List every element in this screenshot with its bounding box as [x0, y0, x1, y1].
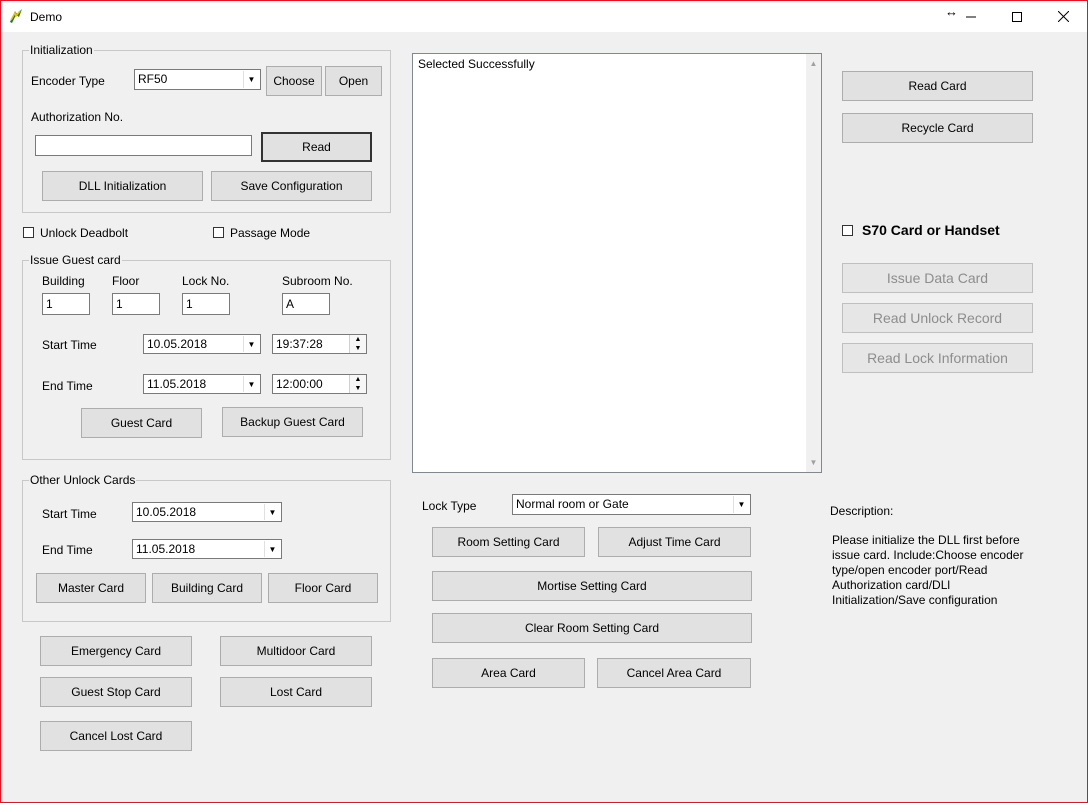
- backup-guest-card-button[interactable]: Backup Guest Card: [222, 407, 363, 437]
- encoder-type-value: RF50: [138, 72, 168, 86]
- mortise-setting-card-button[interactable]: Mortise Setting Card: [432, 571, 752, 601]
- floor-input[interactable]: [112, 293, 160, 315]
- authorization-input[interactable]: [35, 135, 252, 156]
- read-auth-button[interactable]: Read: [261, 132, 372, 162]
- read-lock-information-button[interactable]: Read Lock Information: [842, 343, 1033, 373]
- lock-type-value: Normal room or Gate: [516, 497, 629, 511]
- unlock-deadbolt-checkbox[interactable]: [23, 227, 34, 238]
- guest-start-date-value: 10.05.2018: [147, 337, 208, 351]
- building-label: Building: [42, 274, 85, 288]
- chevron-down-icon: ▼: [264, 541, 280, 557]
- s70-checkbox[interactable]: [842, 225, 853, 236]
- other-end-date-value: 11.05.2018: [136, 542, 196, 556]
- log-text: Selected Successfully: [418, 57, 535, 71]
- encoder-type-label: Encoder Type: [31, 74, 105, 88]
- open-button[interactable]: Open: [325, 66, 382, 96]
- save-configuration-button[interactable]: Save Configuration: [211, 171, 372, 201]
- spin-down-icon[interactable]: ▼: [350, 344, 366, 353]
- other-start-date-picker[interactable]: 10.05.2018 ▼: [132, 502, 282, 522]
- authorization-label: Authorization No.: [31, 110, 124, 124]
- time-spinner[interactable]: ▲ ▼: [349, 375, 366, 393]
- lock-no-label: Lock No.: [182, 274, 230, 288]
- app-logo-icon: [10, 9, 22, 23]
- guest-start-time-label: Start Time: [42, 338, 97, 352]
- read-card-button[interactable]: Read Card: [842, 71, 1033, 101]
- floor-label: Floor: [112, 274, 140, 288]
- spin-down-icon[interactable]: ▼: [350, 384, 366, 393]
- s70-label: S70 Card or Handset: [862, 222, 1000, 238]
- dll-initialization-button[interactable]: DLL Initialization: [42, 171, 203, 201]
- issue-data-card-button[interactable]: Issue Data Card: [842, 263, 1033, 293]
- chevron-down-icon: ▼: [243, 376, 259, 392]
- spin-up-icon[interactable]: ▲: [350, 335, 366, 344]
- unlock-deadbolt-label: Unlock Deadbolt: [40, 226, 129, 240]
- other-end-time-label: End Time: [42, 543, 93, 557]
- other-start-date-value: 10.05.2018: [136, 505, 197, 519]
- guest-start-time-spinner[interactable]: 19:37:28 ▲ ▼: [272, 334, 367, 354]
- guest-end-time-spinner[interactable]: 12:00:00 ▲ ▼: [272, 374, 367, 394]
- guest-stop-card-button[interactable]: Guest Stop Card: [40, 677, 192, 707]
- lock-type-label: Lock Type: [422, 499, 477, 513]
- other-unlock-cards-title: Other Unlock Cards: [29, 473, 137, 487]
- guest-start-time-value: 19:37:28: [276, 337, 323, 351]
- chevron-down-icon: ▼: [243, 71, 259, 88]
- guest-end-time-value: 12:00:00: [276, 377, 323, 391]
- building-card-button[interactable]: Building Card: [152, 573, 262, 603]
- passage-mode-checkbox[interactable]: [213, 227, 224, 238]
- lock-type-select[interactable]: Normal room or Gate ▼: [512, 494, 751, 515]
- title-bar: Demo ↔: [1, 1, 1087, 32]
- description-label: Description:: [830, 504, 894, 518]
- master-card-button[interactable]: Master Card: [36, 573, 146, 603]
- passage-mode-label: Passage Mode: [230, 226, 311, 240]
- initialization-group-title: Initialization: [29, 43, 94, 57]
- room-setting-card-button[interactable]: Room Setting Card: [432, 527, 585, 557]
- close-button[interactable]: [1040, 1, 1086, 32]
- cancel-area-card-button[interactable]: Cancel Area Card: [597, 658, 751, 688]
- scroll-up-icon[interactable]: ▲: [806, 56, 821, 71]
- emergency-card-button[interactable]: Emergency Card: [40, 636, 192, 666]
- log-textarea[interactable]: Selected Successfully ▲ ▼: [412, 53, 822, 473]
- description-text: Please initialize the DLL first before i…: [832, 533, 1024, 607]
- minimize-button[interactable]: [948, 1, 994, 32]
- chevron-down-icon: ▼: [243, 336, 259, 352]
- building-input[interactable]: [42, 293, 90, 315]
- close-icon: [1057, 11, 1069, 22]
- minimize-icon: [966, 16, 976, 17]
- floor-card-button[interactable]: Floor Card: [268, 573, 378, 603]
- guest-card-button[interactable]: Guest Card: [81, 408, 202, 438]
- multidoor-card-button[interactable]: Multidoor Card: [220, 636, 372, 666]
- other-end-date-picker[interactable]: 11.05.2018 ▼: [132, 539, 282, 559]
- scroll-down-icon[interactable]: ▼: [806, 455, 821, 470]
- encoder-type-select[interactable]: RF50 ▼: [134, 69, 261, 90]
- other-start-time-label: Start Time: [42, 507, 97, 521]
- clear-room-setting-card-button[interactable]: Clear Room Setting Card: [432, 613, 752, 643]
- guest-start-date-picker[interactable]: 10.05.2018 ▼: [143, 334, 261, 354]
- cancel-lost-card-button[interactable]: Cancel Lost Card: [40, 721, 192, 751]
- guest-end-date-value: 11.05.2018: [147, 377, 207, 391]
- lost-card-button[interactable]: Lost Card: [220, 677, 372, 707]
- log-scrollbar[interactable]: ▲ ▼: [806, 54, 821, 472]
- maximize-button[interactable]: [994, 1, 1040, 32]
- chevron-down-icon: ▼: [264, 504, 280, 520]
- maximize-icon: [1012, 11, 1022, 22]
- guest-end-time-label: End Time: [42, 379, 93, 393]
- choose-button[interactable]: Choose: [266, 66, 322, 96]
- recycle-card-button[interactable]: Recycle Card: [842, 113, 1033, 143]
- time-spinner[interactable]: ▲ ▼: [349, 335, 366, 353]
- guest-end-date-picker[interactable]: 11.05.2018 ▼: [143, 374, 261, 394]
- subroom-label: Subroom No.: [282, 274, 353, 288]
- window-title: Demo: [30, 10, 63, 24]
- area-card-button[interactable]: Area Card: [432, 658, 585, 688]
- chevron-down-icon: ▼: [733, 496, 749, 513]
- adjust-time-card-button[interactable]: Adjust Time Card: [598, 527, 751, 557]
- subroom-input[interactable]: [282, 293, 330, 315]
- lock-no-input[interactable]: [182, 293, 230, 315]
- spin-up-icon[interactable]: ▲: [350, 375, 366, 384]
- app-window: Demo ↔ Initialization Encoder Type RF50 …: [0, 0, 1088, 803]
- read-unlock-record-button[interactable]: Read Unlock Record: [842, 303, 1033, 333]
- issue-guest-card-title: Issue Guest card: [29, 253, 122, 267]
